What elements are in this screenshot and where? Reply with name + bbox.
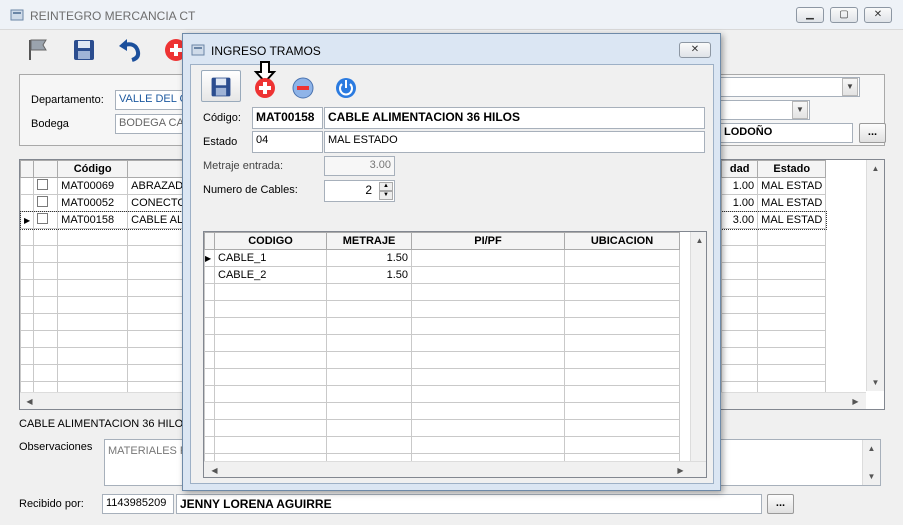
minimize-button[interactable]: ▁ [796,7,824,23]
scroll-right-icon[interactable]: ▶ [673,463,688,477]
responsable-field[interactable]: LODOÑO [720,123,853,143]
save-icon[interactable] [70,36,98,64]
right-combo-1[interactable] [720,77,860,97]
departamento-field[interactable]: VALLE DEL C [115,90,185,110]
tramos-grid[interactable]: CODIGO METRAJE PI/PF UBICACION ▶ CABLE_1… [203,231,707,478]
remove-tramo-icon[interactable] [291,76,315,100]
cell-codigo: CABLE_2 [214,266,327,284]
cell-ubicacion[interactable] [564,266,680,284]
app-icon [10,9,24,21]
col-estado-header[interactable]: Estado [757,160,827,178]
scroll-left-icon[interactable]: ◀ [207,463,222,477]
tramos-header-row: CODIGO METRAJE PI/PF UBICACION [204,232,680,250]
tramos-vscroll[interactable]: ▲ [690,232,706,461]
dialog-close-button[interactable]: ✕ [679,42,711,58]
dialog-body: Código: MAT00158 CABLE ALIMENTACION 36 H… [190,61,714,484]
browse-button[interactable]: ... [859,123,886,143]
dialog-title: INGRESO TRAMOS [211,44,321,58]
chevron-down-icon[interactable]: ▼ [842,78,858,96]
selected-description: CABLE ALIMENTACION 36 HILOS [19,418,191,430]
cell-estado: MAL ESTAD [757,177,827,195]
dialog-save-button[interactable] [201,70,241,102]
cell-pipf[interactable] [411,249,565,267]
codigo-field[interactable]: MAT00158 [252,107,323,129]
cell-estado: MAL ESTAD [757,211,827,229]
recibido-label: Recibido por: [19,498,84,510]
window-title: REINTEGRO MERCANCIA CT [30,9,196,23]
dialog-app-icon [191,44,205,56]
save-icon [211,77,231,97]
ingreso-tramos-dialog: INGRESO TRAMOS ✕ Código: MAT00158 CABLE … [182,33,721,491]
col-codigo-header[interactable]: Código [57,160,129,178]
col-pipf-header[interactable]: PI/PF [411,232,565,250]
observaciones-vscroll[interactable]: ▲ ▼ [862,440,880,485]
row-checkbox[interactable] [37,179,49,190]
cell-codigo: CABLE_1 [214,249,327,267]
metraje-field: 3.00 [324,156,395,176]
close-button[interactable]: ✕ [864,7,892,23]
stepper-up-icon[interactable]: ▲ [379,182,393,191]
metraje-label: Metraje entrada: [203,160,284,172]
scroll-left-icon[interactable]: ◀ [22,394,37,409]
main-window-titlebar: REINTEGRO MERCANCIA CT ▁ ▢ ✕ [0,0,903,30]
estado-code-field[interactable]: 04 [252,131,323,153]
col-ubicacion-header[interactable]: UBICACION [564,232,680,250]
recibido-name-field[interactable]: JENNY LORENA AGUIRRE [176,494,762,514]
col-cantidad-header[interactable]: dad [721,160,759,178]
table-row[interactable]: ▶ CABLE_1 1.50 [204,249,680,267]
codigo-label: Código: [203,112,241,124]
scroll-down-icon[interactable]: ▼ [868,375,883,390]
cell-estado: MAL ESTAD [757,194,827,212]
table-row[interactable]: CABLE_2 1.50 [204,266,680,284]
cell-metraje: 1.50 [326,266,412,284]
scroll-up-icon[interactable]: ▲ [868,161,883,176]
recibido-id-field[interactable]: 1143985209 [102,494,174,514]
cell-cantidad: 3.00 [721,211,759,229]
add-tramo-icon[interactable] [251,60,279,102]
scroll-up-icon[interactable]: ▲ [692,233,706,248]
observaciones-label: Observaciones [19,441,93,453]
codigo-desc-field: CABLE ALIMENTACION 36 HILOS [324,107,705,129]
stepper-down-icon[interactable]: ▼ [379,191,393,200]
cell-codigo: MAT00069 [57,177,129,195]
chevron-down-icon[interactable]: ▼ [792,101,808,119]
cell-cantidad: 1.00 [721,194,759,212]
tramos-hscroll[interactable]: ◀ ▶ [204,461,706,477]
departamento-label: Departamento: [31,94,104,106]
cell-codigo: MAT00158 [57,211,129,229]
main-grid-vscroll[interactable]: ▲ ▼ [866,160,884,391]
maximize-button[interactable]: ▢ [830,7,858,23]
row-checkbox[interactable] [37,196,49,207]
cell-ubicacion[interactable] [564,249,680,267]
cell-codigo: MAT00052 [57,194,129,212]
col-codigo-header[interactable]: CODIGO [214,232,327,250]
cell-cantidad: 1.00 [721,177,759,195]
scroll-right-icon[interactable]: ▶ [848,394,863,409]
estado-desc-field: MAL ESTADO [324,131,705,153]
recibido-browse-button[interactable]: ... [767,494,794,514]
bodega-label: Bodega [31,118,69,130]
flag-icon[interactable] [24,36,52,64]
power-icon[interactable] [334,76,358,100]
estado-label: Estado [203,136,238,148]
cell-metraje: 1.50 [326,249,412,267]
row-checkbox[interactable] [37,213,49,224]
scroll-up-icon[interactable]: ▲ [864,441,879,456]
cables-label: Numero de Cables: [203,184,298,196]
scroll-down-icon[interactable]: ▼ [864,469,879,484]
bodega-field[interactable]: BODEGA CA [115,114,185,134]
cell-pipf[interactable] [411,266,565,284]
undo-icon[interactable] [116,36,144,64]
col-metraje-header[interactable]: METRAJE [326,232,412,250]
